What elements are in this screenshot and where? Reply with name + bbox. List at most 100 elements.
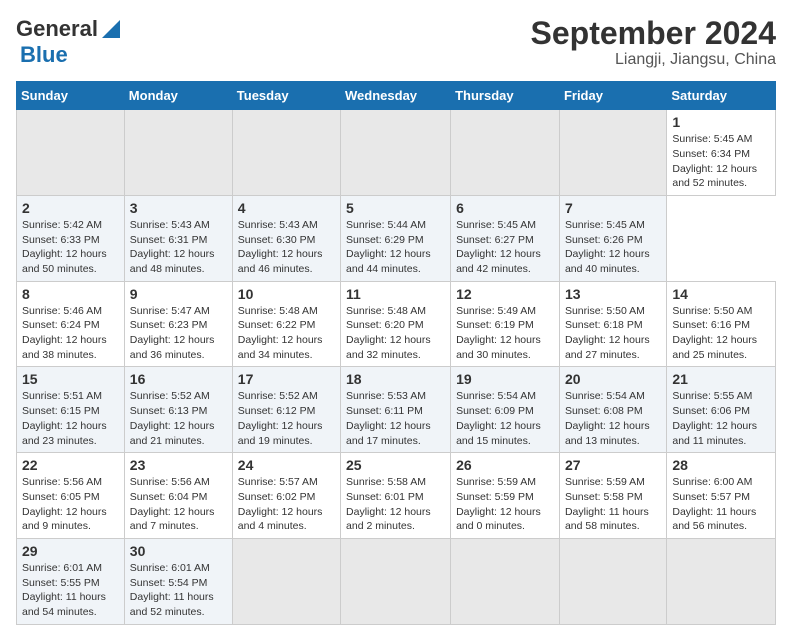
day-info: Sunrise: 5:45 AMSunset: 6:27 PMDaylight:… xyxy=(456,218,554,277)
day-info: Sunrise: 5:56 AMSunset: 6:04 PMDaylight:… xyxy=(130,475,227,534)
calendar-empty-cell xyxy=(232,110,340,196)
calendar-day-cell: 4 Sunrise: 5:43 AMSunset: 6:30 PMDaylight… xyxy=(232,195,340,281)
day-info: Sunrise: 5:52 AMSunset: 6:13 PMDaylight:… xyxy=(130,389,227,448)
day-info: Sunrise: 5:48 AMSunset: 6:22 PMDaylight:… xyxy=(238,304,335,363)
title-block: September 2024 Liangji, Jiangsu, China xyxy=(531,16,776,69)
day-number: 2 xyxy=(22,200,119,216)
calendar-day-cell xyxy=(451,538,560,624)
calendar-day-cell: 26 Sunrise: 5:59 AMSunset: 5:59 PMDayligh… xyxy=(451,453,560,539)
day-info: Sunrise: 5:59 AMSunset: 5:58 PMDaylight:… xyxy=(565,475,661,534)
day-info: Sunrise: 5:45 AMSunset: 6:26 PMDaylight:… xyxy=(565,218,661,277)
calendar-day-cell: 17 Sunrise: 5:52 AMSunset: 6:12 PMDayligh… xyxy=(232,367,340,453)
calendar-day-cell: 13Sunrise: 5:50 AMSunset: 6:18 PMDayligh… xyxy=(559,281,666,367)
calendar-day-cell xyxy=(667,538,776,624)
day-info: Sunrise: 5:46 AMSunset: 6:24 PMDaylight:… xyxy=(22,304,119,363)
day-info: Sunrise: 5:51 AMSunset: 6:15 PMDaylight:… xyxy=(22,389,119,448)
day-number: 19 xyxy=(456,371,554,387)
calendar-header-monday: Monday xyxy=(124,82,232,110)
day-number: 15 xyxy=(22,371,119,387)
calendar-day-cell: 11Sunrise: 5:48 AMSunset: 6:20 PMDayligh… xyxy=(341,281,451,367)
day-number: 21 xyxy=(672,371,770,387)
calendar-empty-cell xyxy=(124,110,232,196)
day-number: 30 xyxy=(130,543,227,559)
calendar-day-cell: 8 Sunrise: 5:46 AMSunset: 6:24 PMDaylight… xyxy=(17,281,125,367)
day-info: Sunrise: 5:48 AMSunset: 6:20 PMDaylight:… xyxy=(346,304,445,363)
day-info: Sunrise: 5:45 AMSunset: 6:34 PMDaylight:… xyxy=(672,132,770,191)
calendar-day-cell: 20Sunrise: 5:54 AMSunset: 6:08 PMDayligh… xyxy=(559,367,666,453)
day-info: Sunrise: 5:54 AMSunset: 6:09 PMDaylight:… xyxy=(456,389,554,448)
calendar-day-cell: 6 Sunrise: 5:45 AMSunset: 6:27 PMDaylight… xyxy=(451,195,560,281)
calendar-day-cell: 16 Sunrise: 5:52 AMSunset: 6:13 PMDayligh… xyxy=(124,367,232,453)
day-number: 10 xyxy=(238,286,335,302)
day-info: Sunrise: 5:56 AMSunset: 6:05 PMDaylight:… xyxy=(22,475,119,534)
calendar-day-cell: 2 Sunrise: 5:42 AMSunset: 6:33 PMDaylight… xyxy=(17,195,125,281)
day-info: Sunrise: 5:52 AMSunset: 6:12 PMDaylight:… xyxy=(238,389,335,448)
calendar-day-cell xyxy=(232,538,340,624)
calendar-day-cell: 9 Sunrise: 5:47 AMSunset: 6:23 PMDaylight… xyxy=(124,281,232,367)
calendar-header-friday: Friday xyxy=(559,82,666,110)
day-info: Sunrise: 5:43 AMSunset: 6:30 PMDaylight:… xyxy=(238,218,335,277)
calendar-week-row: 22Sunrise: 5:56 AMSunset: 6:05 PMDayligh… xyxy=(17,453,776,539)
calendar-week-row: 15 Sunrise: 5:51 AMSunset: 6:15 PMDayligh… xyxy=(17,367,776,453)
calendar-week-row: 8 Sunrise: 5:46 AMSunset: 6:24 PMDaylight… xyxy=(17,281,776,367)
calendar-day-cell: 29Sunrise: 6:01 AMSunset: 5:55 PMDayligh… xyxy=(17,538,125,624)
day-number: 12 xyxy=(456,286,554,302)
day-info: Sunrise: 5:58 AMSunset: 6:01 PMDaylight:… xyxy=(346,475,445,534)
day-info: Sunrise: 5:55 AMSunset: 6:06 PMDaylight:… xyxy=(672,389,770,448)
calendar-day-cell: 14 Sunrise: 5:50 AMSunset: 6:16 PMDayligh… xyxy=(667,281,776,367)
calendar-day-cell: 10 Sunrise: 5:48 AMSunset: 6:22 PMDayligh… xyxy=(232,281,340,367)
day-info: Sunrise: 5:50 AMSunset: 6:18 PMDaylight:… xyxy=(565,304,661,363)
logo-arrow-icon xyxy=(100,18,122,40)
calendar-empty-cell xyxy=(341,110,451,196)
calendar-day-cell: 30Sunrise: 6:01 AMSunset: 5:54 PMDayligh… xyxy=(124,538,232,624)
calendar-header-row: SundayMondayTuesdayWednesdayThursdayFrid… xyxy=(17,82,776,110)
day-number: 4 xyxy=(238,200,335,216)
day-number: 25 xyxy=(346,457,445,473)
day-info: Sunrise: 5:49 AMSunset: 6:19 PMDaylight:… xyxy=(456,304,554,363)
day-info: Sunrise: 5:47 AMSunset: 6:23 PMDaylight:… xyxy=(130,304,227,363)
calendar-header-tuesday: Tuesday xyxy=(232,82,340,110)
day-number: 6 xyxy=(456,200,554,216)
day-number: 24 xyxy=(238,457,335,473)
calendar-day-cell: 7Sunrise: 5:45 AMSunset: 6:26 PMDaylight… xyxy=(559,195,666,281)
calendar-week-row: 29Sunrise: 6:01 AMSunset: 5:55 PMDayligh… xyxy=(17,538,776,624)
day-info: Sunrise: 5:54 AMSunset: 6:08 PMDaylight:… xyxy=(565,389,661,448)
calendar-day-cell: 24 Sunrise: 5:57 AMSunset: 6:02 PMDayligh… xyxy=(232,453,340,539)
day-number: 17 xyxy=(238,371,335,387)
day-info: Sunrise: 5:59 AMSunset: 5:59 PMDaylight:… xyxy=(456,475,554,534)
calendar-empty-cell xyxy=(451,110,560,196)
day-info: Sunrise: 5:44 AMSunset: 6:29 PMDaylight:… xyxy=(346,218,445,277)
calendar-day-cell: 3 Sunrise: 5:43 AMSunset: 6:31 PMDaylight… xyxy=(124,195,232,281)
calendar-empty-cell xyxy=(17,110,125,196)
logo: General Blue xyxy=(16,16,122,68)
calendar-day-cell xyxy=(559,538,666,624)
day-number: 9 xyxy=(130,286,227,302)
day-info: Sunrise: 5:43 AMSunset: 6:31 PMDaylight:… xyxy=(130,218,227,277)
calendar-day-cell: 21 Sunrise: 5:55 AMSunset: 6:06 PMDayligh… xyxy=(667,367,776,453)
day-number: 8 xyxy=(22,286,119,302)
calendar-day-cell: 12 Sunrise: 5:49 AMSunset: 6:19 PMDayligh… xyxy=(451,281,560,367)
calendar-day-cell: 1Sunrise: 5:45 AMSunset: 6:34 PMDaylight… xyxy=(667,110,776,196)
logo-text-general: General xyxy=(16,16,98,42)
day-number: 27 xyxy=(565,457,661,473)
calendar-day-cell: 18Sunrise: 5:53 AMSunset: 6:11 PMDayligh… xyxy=(341,367,451,453)
calendar-header-sunday: Sunday xyxy=(17,82,125,110)
calendar-week-row: 2 Sunrise: 5:42 AMSunset: 6:33 PMDaylight… xyxy=(17,195,776,281)
day-number: 23 xyxy=(130,457,227,473)
logo-text-blue: Blue xyxy=(20,42,68,67)
day-number: 16 xyxy=(130,371,227,387)
day-info: Sunrise: 5:42 AMSunset: 6:33 PMDaylight:… xyxy=(22,218,119,277)
day-number: 26 xyxy=(456,457,554,473)
day-info: Sunrise: 5:50 AMSunset: 6:16 PMDaylight:… xyxy=(672,304,770,363)
day-number: 3 xyxy=(130,200,227,216)
calendar-header-wednesday: Wednesday xyxy=(341,82,451,110)
calendar-day-cell: 15 Sunrise: 5:51 AMSunset: 6:15 PMDayligh… xyxy=(17,367,125,453)
day-number: 29 xyxy=(22,543,119,559)
day-number: 14 xyxy=(672,286,770,302)
day-number: 18 xyxy=(346,371,445,387)
calendar-empty-cell xyxy=(559,110,666,196)
day-info: Sunrise: 5:57 AMSunset: 6:02 PMDaylight:… xyxy=(238,475,335,534)
calendar-day-cell: 22Sunrise: 5:56 AMSunset: 6:05 PMDayligh… xyxy=(17,453,125,539)
calendar-day-cell: 27 Sunrise: 5:59 AMSunset: 5:58 PMDayligh… xyxy=(559,453,666,539)
day-number: 28 xyxy=(672,457,770,473)
